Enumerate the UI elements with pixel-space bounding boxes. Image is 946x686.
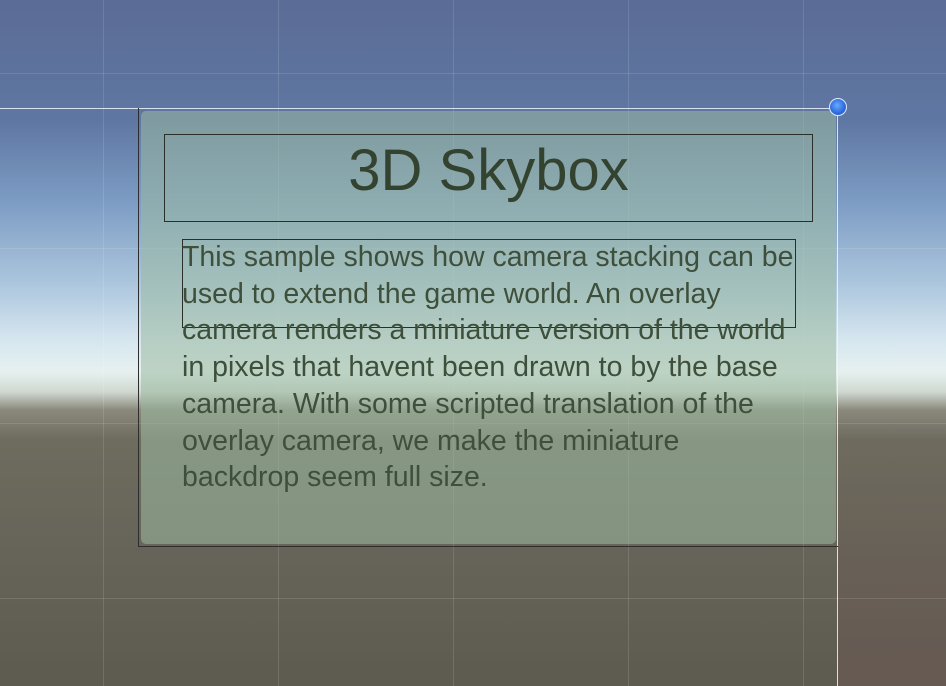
scene-view[interactable]: 3D Skybox This sample shows how camera s… bbox=[0, 0, 946, 686]
ground-plane-shade bbox=[838, 412, 946, 686]
panel-title: 3D Skybox bbox=[348, 138, 629, 203]
panel-description: This sample shows how camera stacking ca… bbox=[182, 241, 794, 494]
rect-transform-handle-icon[interactable] bbox=[829, 98, 847, 116]
grid-line bbox=[0, 73, 946, 74]
